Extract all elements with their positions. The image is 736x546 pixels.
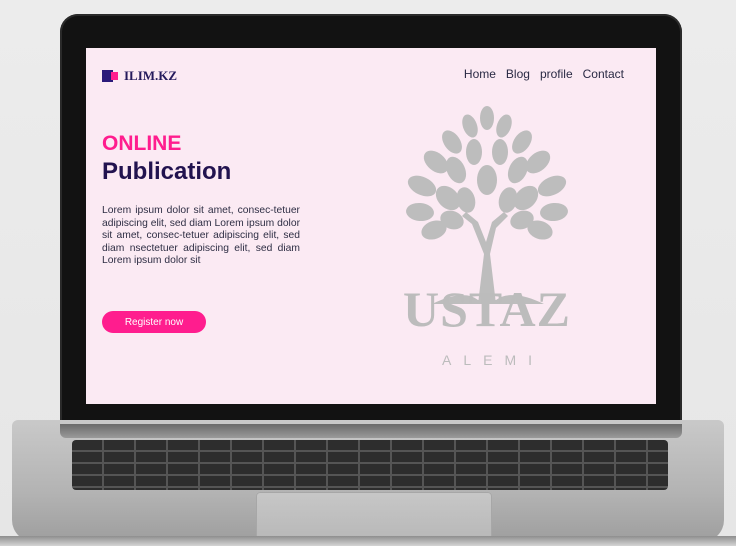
- nav-blog[interactable]: Blog: [506, 67, 530, 81]
- keyboard: [72, 440, 668, 490]
- laptop-hinge: [60, 424, 682, 438]
- hero-subtitle: Publication: [102, 158, 232, 185]
- laptop-screen: ILIM.KZ Home Blog profile Contact ONLINE…: [86, 48, 656, 404]
- logo-wordmark: USTAZ: [402, 281, 571, 337]
- brand-logo-icon: [102, 70, 118, 82]
- register-button[interactable]: Register now: [102, 311, 206, 333]
- top-nav: Home Blog profile Contact: [464, 67, 624, 81]
- laptop-front-edge: [0, 536, 736, 546]
- brand[interactable]: ILIM.KZ: [102, 68, 177, 84]
- hero-title: ONLINE: [102, 132, 182, 155]
- trackpad: [256, 492, 492, 540]
- logo-subtitle: ALEMI: [441, 352, 544, 368]
- nav-home[interactable]: Home: [464, 67, 496, 81]
- nav-profile[interactable]: profile: [540, 67, 573, 81]
- nav-contact[interactable]: Contact: [583, 67, 624, 81]
- brand-name: ILIM.KZ: [124, 68, 178, 83]
- tree-icon: [406, 106, 568, 304]
- hero-body: Lorem ipsum dolor sit amet, consec-tetue…: [102, 205, 300, 266]
